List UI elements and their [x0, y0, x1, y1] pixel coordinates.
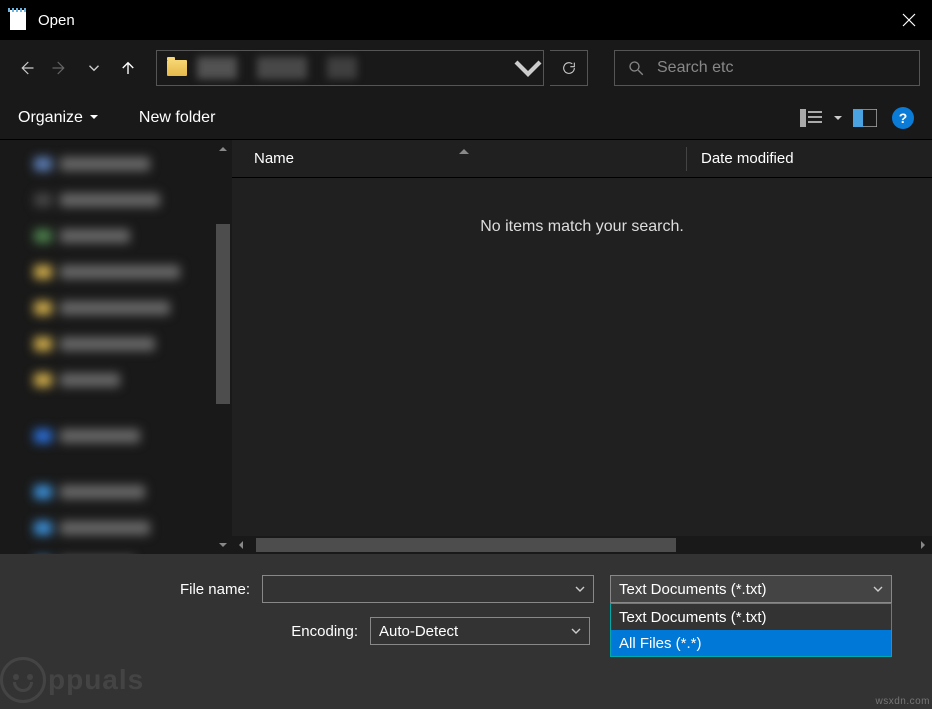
- navigation-bar: Search etc: [0, 40, 932, 96]
- encoding-value: Auto-Detect: [379, 623, 571, 640]
- scroll-down-button[interactable]: [214, 536, 232, 554]
- title-bar: Open: [0, 0, 932, 40]
- encoding-label: Encoding:: [0, 623, 370, 640]
- notepad-icon: [8, 8, 28, 32]
- list-hscrollbar[interactable]: [232, 536, 932, 554]
- filter-option[interactable]: All Files (*.*): [611, 630, 891, 656]
- caret-down-icon: [833, 113, 843, 123]
- search-input[interactable]: Search etc: [614, 50, 920, 86]
- organize-dropdown[interactable]: [89, 109, 99, 127]
- recent-locations-button[interactable]: [80, 54, 108, 82]
- filter-option[interactable]: Text Documents (*.txt): [611, 604, 891, 630]
- help-button[interactable]: ?: [892, 107, 914, 129]
- toolbar: Organize New folder ?: [0, 96, 932, 140]
- watermark-text: ppuals: [48, 664, 144, 696]
- navigation-tree[interactable]: [0, 140, 232, 554]
- body: Name Date modified No items match your s…: [0, 140, 932, 554]
- window-title: Open: [38, 12, 75, 29]
- address-history-button[interactable]: [513, 53, 543, 83]
- arrow-up-icon: [119, 59, 137, 77]
- arrow-left-icon: [17, 59, 35, 77]
- filename-label: File name:: [0, 581, 262, 598]
- forward-button[interactable]: [46, 54, 74, 82]
- list-view-icon: [800, 109, 822, 127]
- scrollbar-thumb[interactable]: [256, 538, 676, 552]
- close-icon: [902, 13, 916, 27]
- search-icon: [627, 59, 645, 77]
- refresh-icon: [561, 60, 577, 76]
- footer: File name: Text Documents (*.txt) Text D…: [0, 554, 932, 709]
- filter-selected-value: Text Documents (*.txt): [619, 581, 767, 598]
- organize-button[interactable]: Organize: [18, 109, 83, 127]
- scroll-right-button[interactable]: [914, 536, 932, 554]
- preview-pane-button[interactable]: [850, 105, 880, 131]
- sort-indicator-icon: [458, 142, 470, 160]
- change-view-dropdown[interactable]: [830, 105, 846, 131]
- caret-down-icon: [89, 112, 99, 122]
- file-type-filter[interactable]: Text Documents (*.txt) Text Documents (*…: [610, 575, 892, 603]
- address-path: [197, 57, 513, 79]
- watermark: ppuals: [0, 657, 144, 703]
- encoding-select[interactable]: Auto-Detect: [370, 617, 590, 645]
- refresh-button[interactable]: [550, 50, 588, 86]
- change-view-button[interactable]: [796, 105, 826, 131]
- preview-pane-icon: [853, 109, 877, 127]
- back-button[interactable]: [12, 54, 40, 82]
- scroll-left-button[interactable]: [232, 536, 250, 554]
- search-placeholder: Search etc: [657, 59, 733, 77]
- folder-icon: [167, 60, 187, 76]
- chevron-down-icon: [571, 626, 581, 636]
- watermark-face-icon: [0, 657, 46, 703]
- chevron-down-icon: [873, 584, 883, 594]
- chevron-down-icon: [85, 59, 103, 77]
- filename-input[interactable]: [262, 575, 594, 603]
- scroll-up-button[interactable]: [214, 140, 232, 158]
- close-button[interactable]: [886, 0, 932, 40]
- column-headers: Name Date modified: [232, 140, 932, 178]
- new-folder-button[interactable]: New folder: [139, 109, 215, 127]
- empty-message: No items match your search.: [232, 218, 932, 236]
- chevron-down-icon: [513, 53, 543, 83]
- up-button[interactable]: [114, 54, 142, 82]
- filter-dropdown-list: Text Documents (*.txt) All Files (*.*): [610, 603, 892, 657]
- column-date-modified[interactable]: Date modified: [687, 150, 932, 167]
- scrollbar-thumb[interactable]: [216, 224, 230, 404]
- tree-scrollbar[interactable]: [214, 140, 232, 554]
- address-bar[interactable]: [156, 50, 544, 86]
- source-mark: wsxdn.com: [875, 696, 930, 707]
- file-list-pane: Name Date modified No items match your s…: [232, 140, 932, 554]
- filename-history-button[interactable]: [575, 581, 585, 598]
- arrow-right-icon: [51, 59, 69, 77]
